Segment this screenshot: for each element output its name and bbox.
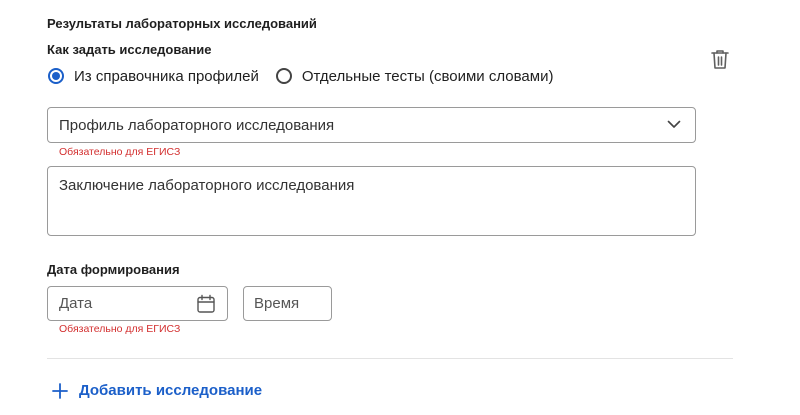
trash-icon (711, 50, 729, 69)
lab-profile-placeholder: Профиль лабораторного исследования (59, 116, 335, 134)
profile-error-message: Обязательно для ЕГИСЗ (59, 146, 181, 158)
section-title: Результаты лабораторных исследований (47, 16, 317, 31)
date-placeholder: Дата (59, 295, 93, 312)
date-error-message: Обязательно для ЕГИСЗ (59, 323, 181, 335)
radio-option-profiles[interactable]: Из справочника профилей (48, 68, 259, 85)
study-mode-radio-group: Из справочника профилей Отдельные тесты … (48, 66, 553, 86)
lab-conclusion-textarea[interactable]: Заключение лабораторного исследования (47, 166, 696, 236)
calendar-icon[interactable] (196, 294, 216, 314)
chevron-down-icon (667, 120, 681, 128)
date-label: Дата формирования (47, 262, 180, 277)
lab-conclusion-placeholder: Заключение лабораторного исследования (59, 177, 355, 194)
delete-button[interactable] (710, 48, 730, 70)
time-placeholder: Время (254, 295, 300, 312)
radio-button-unchecked[interactable] (275, 68, 292, 84)
add-study-label: Добавить исследование (79, 382, 263, 399)
radio-option-label: Отдельные тесты (своими словами) (301, 67, 554, 85)
add-study-button[interactable]: Добавить исследование (52, 382, 262, 399)
radio-option-custom-tests[interactable]: Отдельные тесты (своими словами) (275, 67, 554, 85)
time-input[interactable]: Время (243, 286, 332, 321)
plus-icon (52, 382, 68, 399)
lab-profile-select[interactable]: Профиль лабораторного исследования (47, 107, 696, 143)
radio-option-label: Из справочника профилей (74, 67, 259, 85)
divider (47, 358, 733, 359)
date-input[interactable]: Дата (47, 286, 228, 321)
study-mode-label: Как задать исследование (47, 42, 212, 57)
radio-button-checked[interactable] (48, 68, 64, 84)
